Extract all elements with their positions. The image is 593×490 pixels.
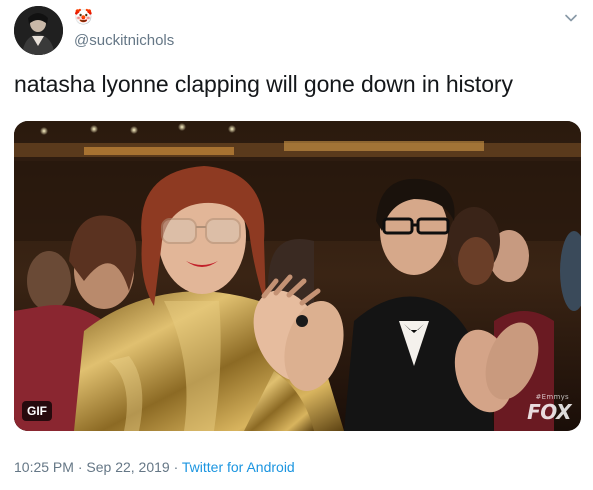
- tweet-time[interactable]: 10:25 PM: [14, 459, 74, 475]
- tweet-date[interactable]: Sep 22, 2019: [86, 459, 169, 475]
- avatar[interactable]: [14, 6, 63, 55]
- tweet-source-link[interactable]: Twitter for Android: [182, 459, 295, 475]
- gif-frame: [14, 121, 581, 431]
- avatar-image: [14, 6, 63, 55]
- meta-separator: ·: [73, 459, 87, 475]
- tweet-card: 🤡 @suckitnichols natasha lyonne clapping…: [0, 0, 593, 490]
- tweet-meta: 10:25 PM · Sep 22, 2019 · Twitter for An…: [14, 459, 295, 476]
- tweet-text: natasha lyonne clapping will gone down i…: [14, 71, 513, 97]
- gif-badge: GIF: [22, 401, 52, 421]
- gif-media[interactable]: GIF #Emmys FOX: [14, 121, 581, 431]
- meta-separator: ·: [169, 459, 182, 475]
- author-handle[interactable]: @suckitnichols: [74, 32, 174, 50]
- display-name[interactable]: 🤡: [74, 9, 93, 27]
- chevron-down-icon[interactable]: [563, 10, 579, 26]
- network-logo: FOX: [527, 400, 571, 424]
